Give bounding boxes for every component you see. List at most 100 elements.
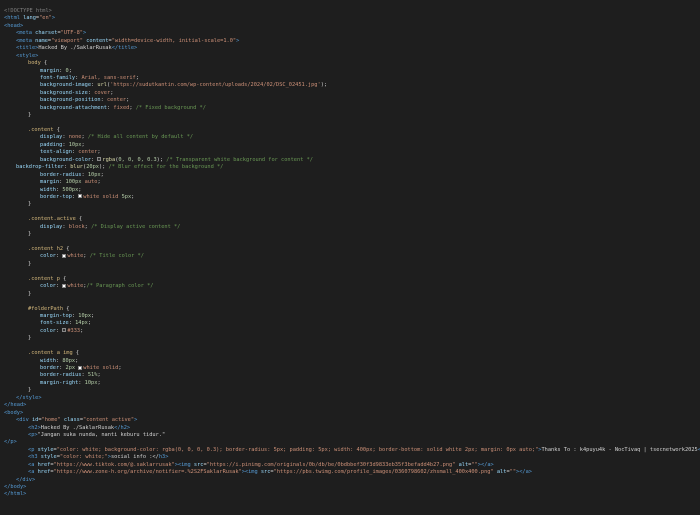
code-token: margin-top (40, 312, 72, 319)
code-token: ); (156, 156, 167, 163)
code-token: ; (100, 171, 104, 178)
code-token: > (51, 15, 56, 22)
code-token: </html> (4, 491, 27, 498)
code-token: border-top (40, 193, 72, 200)
code-token: ; (87, 320, 92, 327)
code-token: <meta (16, 37, 32, 44)
code-line: body { (4, 60, 700, 67)
code-token: ; (68, 67, 72, 74)
code-line: width: 80px; (4, 358, 700, 365)
code-token: > (83, 30, 87, 37)
code-line: } (4, 201, 700, 208)
code-token: ); (320, 82, 328, 89)
color-swatch-icon (62, 283, 67, 288)
code-line: </head> (4, 402, 700, 409)
code-line: padding: 10px; (4, 142, 700, 149)
code-token: 10px (68, 141, 82, 148)
code-token: ; (97, 149, 101, 156)
code-token: content (83, 37, 109, 44)
code-token: .content (28, 127, 54, 133)
code-token: white solid (83, 193, 122, 200)
code-token: } (28, 387, 32, 394)
code-token: { (75, 216, 83, 223)
code-line: } (4, 335, 700, 342)
code-token: "color: white; background-color: rgba(0,… (56, 446, 539, 453)
code-line: <style> (4, 53, 700, 60)
code-line: .content.active { (4, 216, 700, 223)
code-token: display (40, 223, 63, 230)
code-token: font-size (40, 320, 69, 327)
code-token: 14px (75, 320, 88, 327)
code-token: class (60, 417, 80, 424)
code-line: color: white; /* Title color */ (4, 253, 700, 260)
code-token: background-image (40, 82, 92, 89)
code-token: ></a> (516, 469, 532, 476)
code-token: .content p (28, 275, 60, 282)
code-token: margin (40, 179, 60, 186)
code-token: 10px (87, 171, 101, 178)
code-token: "UTF-8" (60, 30, 83, 37)
code-token: "width=device-width, initial-scale=1.0" (111, 37, 237, 44)
code-token: color (40, 327, 56, 334)
code-line: border-top: white solid 5px; (4, 194, 700, 201)
code-token: ><img (174, 461, 191, 468)
code-line: </body> (4, 484, 700, 491)
code-token: blur (70, 164, 83, 171)
code-token: display (40, 134, 63, 141)
code-token: <p> (28, 431, 38, 438)
code-token: /* Fixed background */ (135, 104, 206, 111)
code-token: 500px (62, 186, 79, 193)
code-line: .content a img { (4, 350, 700, 357)
code-line: margin-right: 10px; (4, 380, 700, 387)
code-token: alt (455, 461, 469, 468)
code-token: <title> (16, 45, 39, 52)
code-line: </p> (4, 439, 700, 446)
code-token: 10px (84, 379, 98, 386)
code-token: ; (80, 327, 84, 334)
code-line: .content p { (4, 276, 700, 283)
code-line: color: #333; (4, 328, 700, 335)
code-token: > (134, 417, 138, 424)
code-line: background-size: cover; (4, 90, 700, 97)
code-editor[interactable]: <!DOCTYPE html> <html lang="en"> <head> <me… (0, 0, 700, 515)
code-token: </style> (16, 394, 42, 401)
code-token: "viewport" (51, 37, 83, 44)
code-token: <style> (16, 52, 39, 59)
code-token: } (28, 290, 32, 297)
code-line: backdrop-filter: blur(20px); /* Blur eff… (4, 164, 700, 171)
code-token: } (28, 201, 32, 208)
code-line: </style> (4, 395, 700, 402)
code-token: <meta (16, 30, 32, 37)
code-token: /* Display active content */ (91, 223, 181, 230)
color-swatch-icon (78, 365, 83, 370)
code-token: ; (135, 74, 139, 81)
code-token: Arial, sans-serif (81, 74, 136, 81)
code-token: white (67, 253, 84, 260)
code-line: } (4, 291, 700, 298)
code-token: { (53, 127, 60, 133)
code-token: <h3 (28, 454, 38, 461)
code-token: width (40, 357, 56, 364)
code-token: style (37, 454, 57, 461)
color-swatch-icon (62, 253, 67, 258)
code-token: margin-right (40, 379, 79, 386)
code-line: background-attachment: fixed; /* Fixed b… (4, 105, 700, 112)
code-token: <!DOCTYPE html> (4, 8, 52, 14)
code-line: <!DOCTYPE html> (4, 8, 700, 15)
code-token: ; (126, 97, 130, 104)
code-token: 20px (86, 164, 99, 171)
code-token: backdrop-filter (16, 164, 64, 171)
code-token: Thanks To : k4puyu4k - NocTivaq | tsecne… (541, 446, 698, 453)
code-token: "https://www.zone-h.org/archive/notifier… (53, 469, 242, 476)
code-token: fixed (113, 104, 130, 111)
code-token: /* Paragraph color */ (86, 283, 154, 290)
code-token: none (68, 134, 82, 141)
code-token: "Jangan suka nunda, nanti keburu tidur." (37, 431, 166, 438)
code-token: alt (493, 469, 507, 476)
code-token: .content h2 (28, 246, 64, 252)
code-token: "content active" (83, 417, 135, 424)
code-line: border-radius: 10px; (4, 172, 700, 179)
code-token: <div (16, 417, 29, 424)
